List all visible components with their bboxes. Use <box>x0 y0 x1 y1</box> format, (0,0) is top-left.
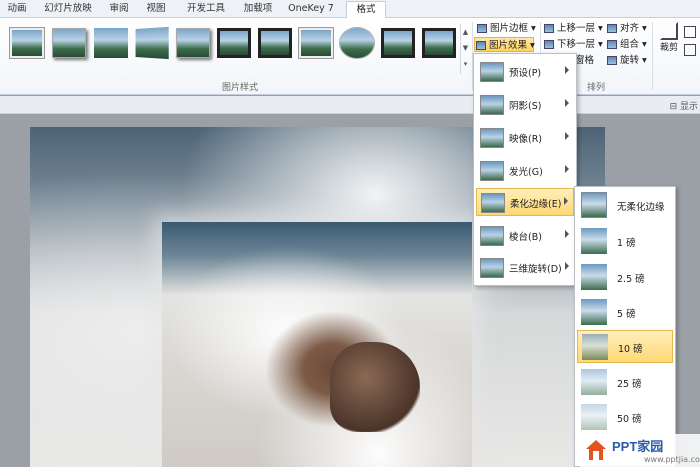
rock-peak <box>330 342 420 432</box>
send-backward-button[interactable]: 下移一层 ▾ <box>543 37 603 52</box>
menu-item-glow[interactable]: 发光(G) <box>476 157 574 185</box>
chevron-right-icon <box>565 165 569 173</box>
chevron-right-icon <box>565 230 569 238</box>
menu-item-bevel[interactable]: 棱台(B) <box>476 222 574 250</box>
style-thumb[interactable] <box>381 28 415 58</box>
soft-edge-25pt[interactable]: 25 磅 <box>577 366 673 399</box>
tab-developer[interactable]: 开发工具 <box>180 1 232 18</box>
style-thumb[interactable] <box>176 28 210 58</box>
house-logo-icon <box>586 440 606 460</box>
bevel-icon <box>480 226 504 246</box>
tab-format[interactable]: 格式 <box>346 1 386 19</box>
reflection-icon <box>480 128 504 148</box>
tab-animations[interactable]: 动画 <box>0 1 34 18</box>
soft-edge-2-5pt[interactable]: 2.5 磅 <box>577 261 673 294</box>
picture-effects-icon <box>476 41 486 50</box>
height-icon[interactable] <box>684 26 696 38</box>
soft-edge-none-icon <box>581 192 607 218</box>
soft-edge-preview-icon <box>581 299 607 325</box>
ribbon-tab-bar: 动画 幻灯片放映 审阅 视图 开发工具 加载项 OneKey 7 格式 <box>0 0 700 19</box>
style-thumb[interactable] <box>217 28 251 58</box>
style-thumb[interactable] <box>422 28 456 58</box>
picture-border-icon <box>477 24 487 33</box>
soft-edges-icon <box>481 193 505 213</box>
chevron-right-icon <box>565 262 569 270</box>
soft-edge-10pt[interactable]: 10 磅 <box>577 330 673 363</box>
crop-button[interactable]: 裁剪 <box>658 22 680 72</box>
rotate-button[interactable]: 旋转 ▾ <box>606 53 647 68</box>
soft-edges-submenu: 无柔化边缘 1 磅 2.5 磅 5 磅 10 磅 25 磅 50 磅 <box>574 186 676 467</box>
watermark: PPT家园 www.pptjia.com <box>580 434 700 467</box>
chevron-down-icon[interactable]: ▼ <box>461 40 470 56</box>
style-thumb[interactable] <box>299 28 333 58</box>
tab-view[interactable]: 视图 <box>141 1 171 18</box>
width-icon[interactable] <box>684 44 696 56</box>
style-thumb[interactable] <box>10 28 44 58</box>
send-backward-icon <box>544 40 554 49</box>
picture-effects-menu: 预设(P) 阴影(S) 映像(R) 发光(G) 柔化边缘(E) 棱台(B) 三维… <box>473 53 577 286</box>
menu-item-3d-rotation[interactable]: 三维旋转(D) <box>476 254 574 282</box>
bring-forward-icon <box>544 24 554 33</box>
chevron-right-icon <box>564 197 568 205</box>
align-button[interactable]: 对齐 ▾ <box>606 21 647 36</box>
picture-effects-button[interactable]: 图片效果 ▾ <box>474 37 535 52</box>
menu-item-soft-edges[interactable]: 柔化边缘(E) <box>476 188 574 216</box>
style-thumb[interactable] <box>340 28 374 58</box>
ruler-strip: ⊟ 显示 <box>0 96 700 114</box>
rotate-icon <box>607 56 617 65</box>
soft-edge-1pt[interactable]: 1 磅 <box>577 225 673 258</box>
menu-item-shadow[interactable]: 阴影(S) <box>476 91 574 119</box>
crop-icon <box>660 22 678 40</box>
shadow-icon <box>480 95 504 115</box>
style-thumb[interactable] <box>135 26 169 60</box>
soft-edge-preview-icon <box>581 264 607 290</box>
chevron-right-icon <box>565 66 569 74</box>
soft-edge-preview-icon <box>582 334 608 360</box>
ribbon: ▲ ▼ ▾ 图片样式 图片边框 ▾ 图片效果 ▾ 上移一层 ▾ 下移一层 ▾ 窗… <box>0 18 700 95</box>
tab-slideshow[interactable]: 幻灯片放映 <box>38 1 98 18</box>
gallery-scroll[interactable]: ▲ ▼ ▾ <box>460 24 470 74</box>
soft-edge-5pt[interactable]: 5 磅 <box>577 296 673 329</box>
chevron-right-icon <box>565 99 569 107</box>
tab-onekey[interactable]: OneKey 7 <box>284 1 338 18</box>
tab-review[interactable]: 审阅 <box>104 1 134 18</box>
tab-addins[interactable]: 加载项 <box>238 1 278 18</box>
picture-styles-gallery <box>4 24 470 74</box>
soft-edge-preview-icon <box>581 228 607 254</box>
soft-edge-50pt[interactable]: 50 磅 <box>577 401 673 434</box>
soft-edge-none[interactable]: 无柔化边缘 <box>577 189 673 222</box>
bring-forward-button[interactable]: 上移一层 ▾ <box>543 21 603 36</box>
preset-icon <box>480 62 504 82</box>
align-icon <box>607 24 617 33</box>
3d-rotation-icon <box>480 258 504 278</box>
soft-edge-preview-icon <box>581 404 607 430</box>
glow-icon <box>480 161 504 181</box>
chevron-right-icon <box>565 132 569 140</box>
watermark-url: www.pptjia.com <box>644 455 700 464</box>
selected-picture[interactable] <box>162 222 472 467</box>
menu-item-reflection[interactable]: 映像(R) <box>476 124 574 152</box>
style-thumb[interactable] <box>94 28 128 58</box>
group-label-picture-styles: 图片样式 <box>221 83 258 93</box>
height-width-icons <box>684 26 698 66</box>
more-icon[interactable]: ▾ <box>461 56 470 72</box>
watermark-brand: PPT家园 <box>612 439 664 454</box>
menu-item-preset[interactable]: 预设(P) <box>476 58 574 86</box>
group-divider <box>652 22 653 90</box>
show-label[interactable]: ⊟ 显示 <box>670 99 698 112</box>
chevron-up-icon[interactable]: ▲ <box>461 24 470 40</box>
style-thumb[interactable] <box>258 28 292 58</box>
style-thumb[interactable] <box>52 28 86 58</box>
group-button[interactable]: 组合 ▾ <box>606 37 647 52</box>
picture-border-button[interactable]: 图片边框 ▾ <box>476 21 536 36</box>
group-label-arrange: 排列 <box>586 83 605 93</box>
soft-edge-preview-icon <box>581 369 607 395</box>
group-icon <box>607 40 617 49</box>
